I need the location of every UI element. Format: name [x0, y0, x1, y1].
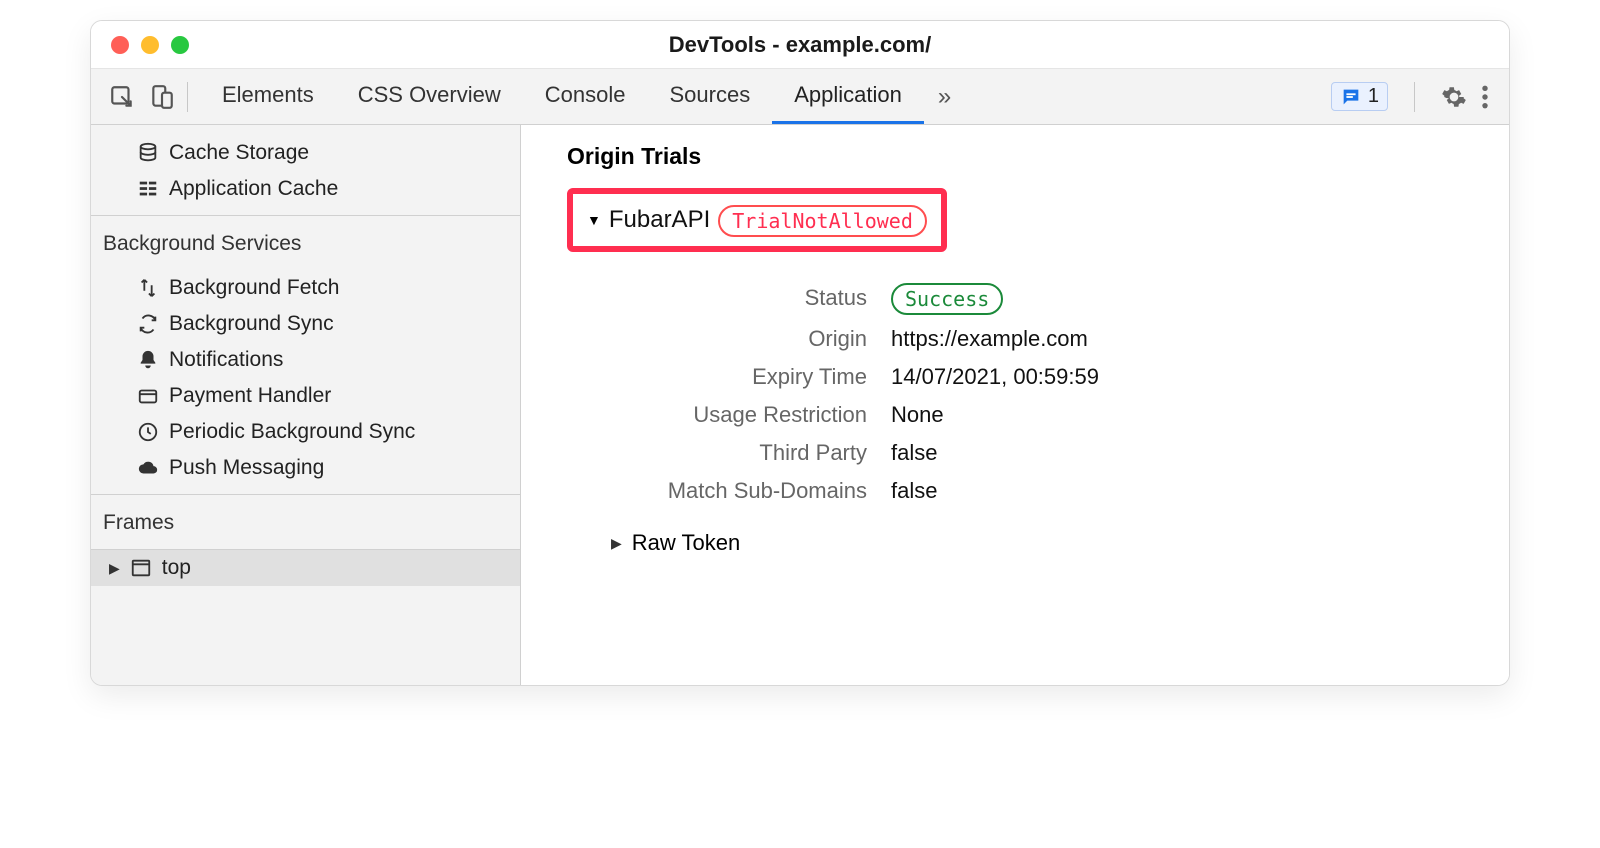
- sidebar-item-label: Application Cache: [169, 177, 338, 201]
- maximize-window-button[interactable]: [171, 36, 189, 54]
- issues-icon: [1340, 86, 1362, 108]
- sidebar-item-label: Periodic Background Sync: [169, 420, 415, 444]
- main-toolbar: Elements CSS Overview Console Sources Ap…: [91, 69, 1509, 125]
- tabs-overflow-button[interactable]: »: [924, 83, 965, 111]
- close-window-button[interactable]: [111, 36, 129, 54]
- raw-token-label: Raw Token: [632, 530, 740, 556]
- raw-token-expander[interactable]: ▶ Raw Token: [611, 530, 740, 556]
- expand-triangle-icon: ▶: [611, 535, 622, 552]
- detail-value: false: [891, 440, 937, 466]
- clock-icon: [137, 421, 159, 443]
- devtools-window: DevTools - example.com/ Elements CSS Ove…: [90, 20, 1510, 686]
- credit-card-icon: [137, 385, 159, 407]
- detail-row-usage: Usage Restriction None: [591, 402, 1481, 428]
- sidebar-item-label: Background Fetch: [169, 276, 339, 300]
- inspect-element-icon[interactable]: [109, 84, 135, 110]
- detail-label: Origin: [591, 326, 891, 352]
- tab-css-overview[interactable]: CSS Overview: [336, 69, 523, 124]
- detail-row-status: Status Success: [591, 282, 1481, 314]
- device-toolbar-icon[interactable]: [149, 84, 175, 110]
- application-sidebar: Cache Storage Application Cache: [91, 125, 521, 685]
- section-title: Origin Trials: [567, 143, 1481, 170]
- group-title-background-services: Background Services: [101, 226, 510, 262]
- tab-sources[interactable]: Sources: [647, 69, 772, 124]
- toolbar-divider-right: [1414, 82, 1415, 112]
- background-services-group: Background Services Background Fetch Bac…: [91, 215, 520, 494]
- issues-button[interactable]: 1: [1331, 82, 1388, 111]
- expand-triangle-icon: ▶: [109, 560, 120, 577]
- panel-tabs: Elements CSS Overview Console Sources Ap…: [200, 69, 924, 124]
- detail-value: https://example.com: [891, 326, 1088, 352]
- bell-icon: [137, 349, 159, 371]
- transfer-arrows-icon: [137, 277, 159, 299]
- tab-application[interactable]: Application: [772, 69, 924, 124]
- frame-window-icon: [130, 557, 152, 579]
- issues-count: 1: [1368, 85, 1379, 108]
- detail-row-subdomains: Match Sub-Domains false: [591, 478, 1481, 504]
- detail-value: 14/07/2021, 00:59:59: [891, 364, 1099, 390]
- trial-details-table: Status Success Origin https://example.co…: [591, 282, 1481, 504]
- sync-icon: [137, 313, 159, 335]
- cloud-icon: [137, 457, 159, 479]
- trial-status-badge: TrialNotAllowed: [718, 205, 927, 237]
- sidebar-item-label: Push Messaging: [169, 456, 324, 480]
- trial-expander[interactable]: ▼ FubarAPI TrialNotAllowed: [587, 204, 927, 236]
- detail-label: Usage Restriction: [591, 402, 891, 428]
- sidebar-item-periodic-bg-sync[interactable]: Periodic Background Sync: [101, 414, 510, 450]
- panel-body: Cache Storage Application Cache: [91, 125, 1509, 685]
- sidebar-item-label: Cache Storage: [169, 141, 309, 165]
- annotation-highlight: ▼ FubarAPI TrialNotAllowed: [567, 188, 947, 252]
- detail-value: Success: [891, 282, 1003, 314]
- detail-row-third-party: Third Party false: [591, 440, 1481, 466]
- status-success-badge: Success: [891, 283, 1003, 315]
- group-title-frames: Frames: [101, 505, 510, 541]
- trial-name: FubarAPI: [609, 206, 710, 234]
- detail-row-origin: Origin https://example.com: [591, 326, 1481, 352]
- frames-item-top[interactable]: ▶ top: [91, 549, 520, 586]
- sidebar-item-label: Notifications: [169, 348, 283, 372]
- sidebar-item-label: Payment Handler: [169, 384, 331, 408]
- minimize-window-button[interactable]: [141, 36, 159, 54]
- toolbar-left-cluster: [101, 84, 175, 110]
- detail-label: Status: [591, 285, 891, 311]
- sidebar-item-background-fetch[interactable]: Background Fetch: [101, 270, 510, 306]
- tab-elements[interactable]: Elements: [200, 69, 336, 124]
- main-content: Origin Trials ▼ FubarAPI TrialNotAllowed…: [521, 125, 1509, 685]
- detail-value: None: [891, 402, 944, 428]
- tab-console[interactable]: Console: [523, 69, 648, 124]
- sidebar-item-cache-storage[interactable]: Cache Storage: [101, 135, 510, 171]
- toolbar-divider: [187, 82, 188, 112]
- database-stack-icon: [137, 142, 159, 164]
- detail-label: Third Party: [591, 440, 891, 466]
- settings-icon[interactable]: [1441, 84, 1467, 110]
- grid-icon: [137, 178, 159, 200]
- cache-group: Cache Storage Application Cache: [91, 125, 520, 215]
- sidebar-item-background-sync[interactable]: Background Sync: [101, 306, 510, 342]
- toolbar-right-cluster: 1: [1331, 82, 1499, 112]
- detail-row-expiry: Expiry Time 14/07/2021, 00:59:59: [591, 364, 1481, 390]
- frames-top-label: top: [162, 556, 191, 580]
- window-controls: [91, 36, 189, 54]
- detail-value: false: [891, 478, 937, 504]
- more-menu-icon[interactable]: [1481, 84, 1489, 110]
- titlebar: DevTools - example.com/: [91, 21, 1509, 69]
- sidebar-item-application-cache[interactable]: Application Cache: [101, 171, 510, 207]
- sidebar-item-payment-handler[interactable]: Payment Handler: [101, 378, 510, 414]
- sidebar-item-notifications[interactable]: Notifications: [101, 342, 510, 378]
- sidebar-item-push-messaging[interactable]: Push Messaging: [101, 450, 510, 486]
- detail-label: Expiry Time: [591, 364, 891, 390]
- frames-group: Frames: [91, 494, 520, 549]
- chevron-down-icon: ▼: [587, 212, 601, 228]
- detail-label: Match Sub-Domains: [591, 478, 891, 504]
- window-title: DevTools - example.com/: [91, 32, 1509, 58]
- sidebar-item-label: Background Sync: [169, 312, 334, 336]
